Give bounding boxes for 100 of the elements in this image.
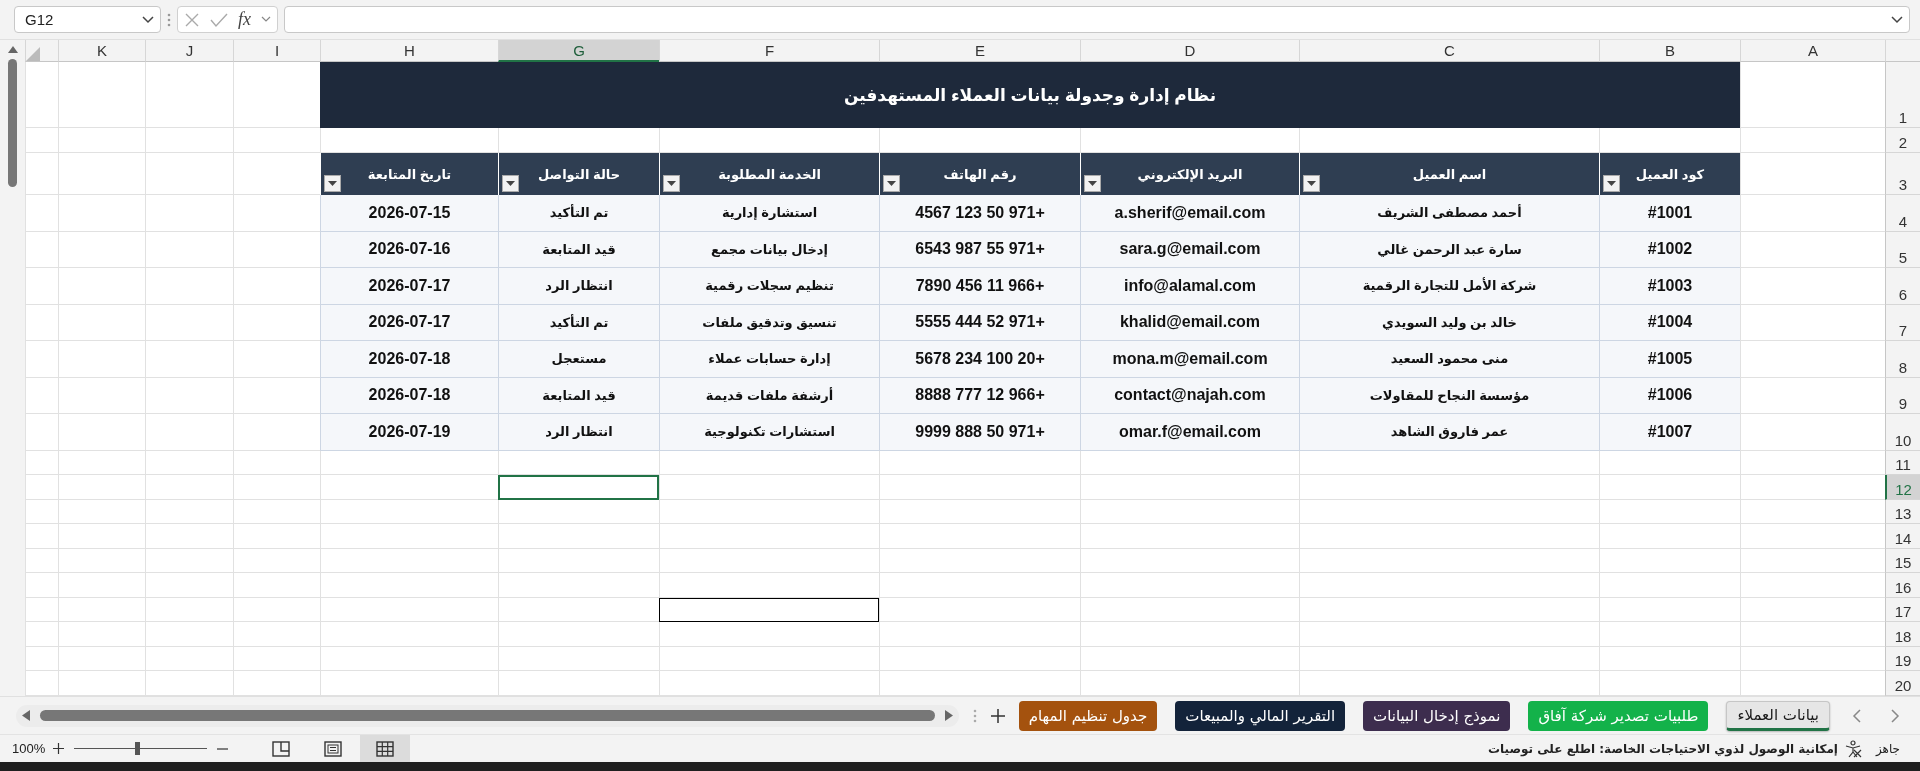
filter-dropdown-button[interactable] (502, 175, 519, 192)
grid-cell[interactable] (58, 195, 145, 232)
column-header[interactable]: K (58, 40, 145, 62)
grid-cell[interactable] (58, 304, 145, 341)
header-corner[interactable] (25, 40, 58, 62)
grid-cell[interactable] (1740, 524, 1885, 549)
grid-cell[interactable] (1299, 499, 1599, 524)
grid-cell[interactable] (1299, 597, 1599, 622)
row-header[interactable]: 19 (1885, 646, 1920, 671)
column-header[interactable]: C (1299, 40, 1599, 62)
scrollbar-thumb[interactable] (40, 710, 935, 721)
grid-cell[interactable] (1599, 524, 1740, 549)
grid-cell[interactable] (1599, 128, 1740, 153)
grid-cell[interactable] (1599, 622, 1740, 647)
column-header[interactable]: G (498, 40, 659, 62)
grid-cell[interactable] (1299, 646, 1599, 671)
grid-cell[interactable] (58, 671, 145, 696)
grid-cell[interactable] (498, 622, 659, 647)
row-header[interactable]: 13 (1885, 499, 1920, 524)
more-icon[interactable] (972, 708, 977, 723)
grid-cell[interactable] (145, 475, 233, 500)
grid-cell[interactable] (1299, 128, 1599, 153)
row-header[interactable]: 11 (1885, 450, 1920, 475)
grid-cell[interactable] (58, 153, 145, 195)
grid-cell[interactable] (498, 671, 659, 696)
grid-cell[interactable] (498, 499, 659, 524)
grid-cell[interactable] (1740, 377, 1885, 414)
grid-cell[interactable] (145, 377, 233, 414)
row-header[interactable]: 20 (1885, 671, 1920, 696)
grid-cell[interactable] (25, 195, 58, 232)
filter-dropdown-button[interactable] (1084, 175, 1101, 192)
grid-cell[interactable] (145, 573, 233, 598)
insert-function-button[interactable]: fx (238, 9, 251, 30)
grid-cell[interactable] (498, 524, 659, 549)
grid-cell[interactable] (1740, 548, 1885, 573)
grid-cell[interactable] (659, 128, 879, 153)
row-header[interactable]: 5 (1885, 231, 1920, 268)
zoom-in-icon[interactable] (53, 743, 65, 754)
grid-cell[interactable] (58, 450, 145, 475)
column-header[interactable]: J (145, 40, 233, 62)
grid-cell[interactable] (25, 646, 58, 671)
chevron-down-icon[interactable] (1891, 15, 1903, 24)
grid-cell[interactable] (25, 414, 58, 451)
formula-input[interactable] (284, 6, 1910, 33)
grid-cell[interactable] (659, 548, 879, 573)
grid-cell[interactable] (233, 128, 320, 153)
grid-cell[interactable] (58, 475, 145, 500)
grid-cell[interactable] (320, 597, 498, 622)
filter-dropdown-button[interactable] (1603, 175, 1620, 192)
grid-cell[interactable] (320, 475, 498, 500)
grid-cell[interactable] (233, 414, 320, 451)
grid-cell[interactable] (879, 548, 1080, 573)
grid-cell[interactable] (58, 646, 145, 671)
grid-cell[interactable] (879, 128, 1080, 153)
scroll-left-icon[interactable] (22, 710, 30, 721)
select-all-icon[interactable] (26, 47, 40, 61)
grid-cell[interactable] (145, 62, 233, 128)
grid-cell[interactable] (145, 646, 233, 671)
row-header[interactable]: 6 (1885, 268, 1920, 305)
row-header[interactable]: 3 (1885, 153, 1920, 195)
grid-cell[interactable] (58, 597, 145, 622)
grid-cell[interactable] (1740, 62, 1885, 128)
grid-cell[interactable] (498, 450, 659, 475)
grid-cell[interactable] (25, 128, 58, 153)
grid-cell[interactable] (879, 499, 1080, 524)
row-header[interactable]: 15 (1885, 548, 1920, 573)
grid-cell[interactable] (145, 597, 233, 622)
grid-cell[interactable] (145, 195, 233, 232)
grid-cell[interactable] (498, 548, 659, 573)
grid-cell[interactable] (320, 128, 498, 153)
grid-cell[interactable] (233, 153, 320, 195)
grid-cell[interactable] (659, 450, 879, 475)
grid-cell[interactable] (1299, 475, 1599, 500)
grid-cell[interactable] (1080, 622, 1299, 647)
grid-cell[interactable] (233, 450, 320, 475)
grid-cell[interactable] (233, 622, 320, 647)
grid-cell[interactable] (145, 231, 233, 268)
grid-cell[interactable] (25, 597, 58, 622)
grid-cell[interactable] (25, 268, 58, 305)
row-header[interactable]: 14 (1885, 524, 1920, 549)
column-header[interactable]: E (879, 40, 1080, 62)
scrollbar-thumb[interactable] (8, 59, 17, 187)
grid-cell[interactable] (58, 414, 145, 451)
row-header[interactable]: 16 (1885, 573, 1920, 598)
grid-cell[interactable] (320, 548, 498, 573)
chevron-left-icon[interactable] (1852, 708, 1861, 723)
filter-dropdown-button[interactable] (324, 175, 341, 192)
sheet-tab[interactable]: التقرير المالي والمبيعات (1175, 700, 1346, 731)
grid-cell[interactable] (879, 450, 1080, 475)
grid-cell[interactable] (58, 128, 145, 153)
grid-cell[interactable] (25, 475, 58, 500)
grid-cell[interactable] (498, 646, 659, 671)
grid-cell[interactable] (58, 548, 145, 573)
zoom-level[interactable]: 100% (12, 741, 46, 756)
row-header[interactable]: 12 (1885, 475, 1920, 500)
grid-cell[interactable] (58, 524, 145, 549)
view-button[interactable] (360, 735, 411, 762)
grid-cell[interactable] (1599, 499, 1740, 524)
grid-cell[interactable] (879, 671, 1080, 696)
grid-cell[interactable] (879, 597, 1080, 622)
